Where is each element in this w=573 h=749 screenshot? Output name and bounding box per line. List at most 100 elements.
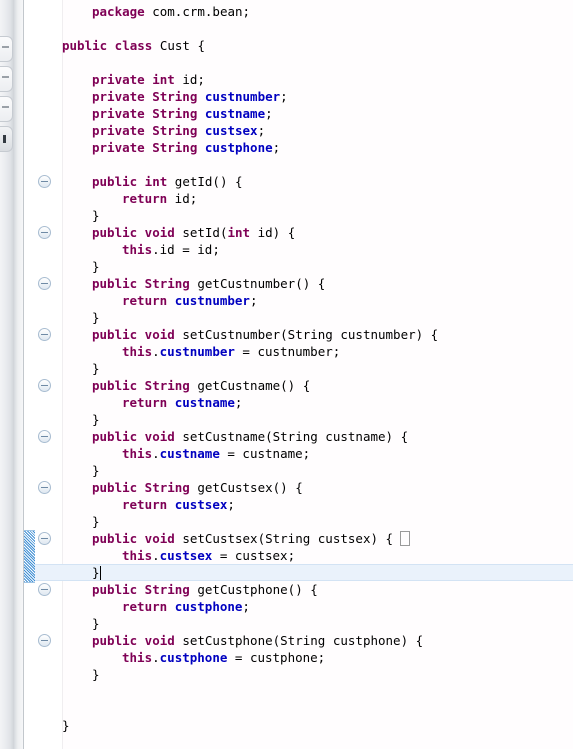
code-text-area[interactable]: package com.crm.bean; public class Cust {…: [62, 0, 573, 749]
code-line[interactable]: public void setCustsex(String custsex) {: [92, 530, 393, 547]
palette-toggle-1[interactable]: [0, 36, 13, 62]
code-line[interactable]: this.id = id;: [122, 241, 220, 258]
plain-token: getCustname() {: [189, 378, 311, 393]
collapse-minus-icon[interactable]: [38, 175, 51, 188]
keyword-token: return: [122, 395, 168, 410]
folding-gutter[interactable]: [35, 0, 63, 749]
code-line[interactable]: }: [92, 411, 100, 428]
plain-token: id;: [174, 72, 205, 87]
plain-token: ;: [242, 599, 250, 614]
plain-token: setCustphone(String custphone) {: [174, 633, 424, 648]
plain-token: ;: [257, 123, 266, 138]
keyword-token: public void: [92, 327, 175, 342]
field-token: custsex: [204, 123, 258, 138]
palette-toggle-3[interactable]: [0, 96, 13, 122]
collapse-minus-icon[interactable]: [38, 379, 51, 392]
plain-token: id) {: [250, 225, 296, 240]
code-line[interactable]: }: [92, 513, 100, 530]
keyword-token: public class: [62, 38, 153, 53]
field-token: custname: [204, 106, 266, 121]
collapse-minus-icon[interactable]: [38, 277, 51, 290]
plain-token: setCustname(String custname) {: [174, 429, 409, 444]
code-line[interactable]: public int getId() {: [92, 173, 243, 190]
keyword-token: return: [122, 497, 168, 512]
keyword-token: package: [92, 4, 145, 19]
keyword-token: public String: [92, 480, 190, 495]
code-line[interactable]: return custnumber;: [122, 292, 257, 309]
code-line[interactable]: public String getCustnumber() {: [92, 275, 325, 292]
code-line[interactable]: public void setId(int id) {: [92, 224, 295, 241]
view-divider-strip: [14, 0, 24, 749]
code-line[interactable]: this.custname = custname;: [122, 445, 310, 462]
palette-toggle-2[interactable]: [0, 66, 13, 92]
code-line[interactable]: return custname;: [122, 394, 242, 411]
collapse-minus-icon[interactable]: [38, 583, 51, 596]
code-line[interactable]: }: [92, 666, 100, 683]
field-token: custnumber: [159, 344, 235, 359]
collapse-minus-icon[interactable]: [38, 532, 51, 545]
plain-token: }: [92, 259, 100, 274]
plain-token: }: [92, 463, 100, 478]
code-line[interactable]: this.custphone = custphone;: [122, 649, 325, 666]
palette-button-group[interactable]: [0, 36, 14, 156]
collapse-minus-icon[interactable]: [38, 430, 51, 443]
code-line[interactable]: this.custsex = custsex;: [122, 547, 295, 564]
code-line[interactable]: return custphone;: [122, 598, 250, 615]
code-line[interactable]: }: [92, 309, 100, 326]
keyword-token: private String: [92, 106, 198, 121]
plain-token: = custsex;: [212, 548, 296, 563]
keyword-token: public String: [92, 378, 190, 393]
code-line[interactable]: public class Cust {: [62, 37, 205, 54]
plain-token: }: [92, 565, 100, 580]
keyword-token: return: [122, 191, 168, 206]
plain-token: }: [92, 616, 100, 631]
keyword-token: public void: [92, 429, 175, 444]
code-line[interactable]: private int id;: [92, 71, 205, 88]
code-line[interactable]: }: [92, 462, 100, 479]
plain-token: getCustsex() {: [189, 480, 303, 495]
plain-token: setCustsex(String custsex) {: [174, 531, 394, 546]
collapse-minus-icon[interactable]: [38, 481, 51, 494]
plain-token: setCustnumber(String custnumber) {: [174, 327, 439, 342]
code-line[interactable]: }: [92, 564, 100, 581]
code-line[interactable]: public String getCustname() {: [92, 377, 310, 394]
code-line[interactable]: public String getCustsex() {: [92, 479, 303, 496]
plain-token: ;: [272, 140, 281, 155]
code-line[interactable]: public String getCustphone() {: [92, 581, 318, 598]
code-line[interactable]: return custsex;: [122, 496, 235, 513]
code-line[interactable]: }: [92, 360, 100, 377]
code-line[interactable]: private String custsex;: [92, 122, 265, 139]
field-token: custsex: [159, 548, 213, 563]
palette-toggle-4[interactable]: [0, 126, 13, 152]
collapse-minus-icon[interactable]: [38, 226, 51, 239]
code-line[interactable]: private String custphone;: [92, 139, 280, 156]
keyword-token: public void: [92, 633, 175, 648]
code-line[interactable]: public void setCustnumber(String custnum…: [92, 326, 438, 343]
keyword-token: int: [227, 225, 251, 240]
code-line[interactable]: public void setCustname(String custname)…: [92, 428, 408, 445]
plain-token: ;: [249, 293, 258, 308]
code-line[interactable]: }: [62, 717, 70, 734]
code-line[interactable]: private String custname;: [92, 105, 273, 122]
changed-lines-marker[interactable]: [24, 530, 35, 583]
code-line[interactable]: package com.crm.bean;: [92, 3, 250, 20]
code-line[interactable]: return id;: [122, 190, 197, 207]
code-line[interactable]: }: [92, 207, 100, 224]
code-line[interactable]: }: [92, 615, 100, 632]
collapse-minus-icon[interactable]: [38, 634, 51, 647]
code-line[interactable]: private String custnumber;: [92, 88, 288, 105]
code-line[interactable]: this.custnumber = custnumber;: [122, 343, 340, 360]
code-line[interactable]: }: [92, 258, 100, 275]
collapse-minus-icon[interactable]: [38, 328, 51, 341]
plain-token: }: [92, 310, 100, 325]
text-caret: [99, 566, 101, 580]
code-line[interactable]: public void setCustphone(String custphon…: [92, 632, 423, 649]
keyword-token: public String: [92, 582, 190, 597]
plain-token: setId(: [174, 225, 228, 240]
